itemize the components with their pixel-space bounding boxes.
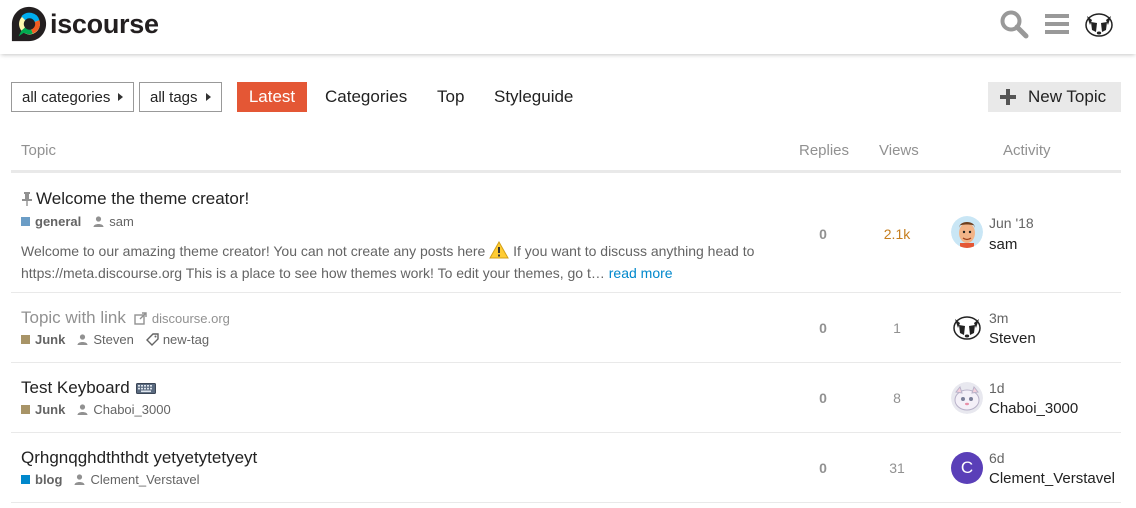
header-topic[interactable]: Topic — [21, 142, 56, 159]
topic-title-text: Topic with link — [21, 308, 126, 327]
link-domain: discourse.org — [151, 310, 230, 326]
category-badge[interactable]: blog — [35, 472, 62, 487]
header-replies[interactable]: Replies — [799, 142, 849, 159]
topic-title-text: Test Keyboard — [21, 378, 130, 397]
topic-poster[interactable]: Clement_Verstavel — [90, 472, 199, 487]
topic-row: Test Keyboard Junk Chaboi_3000 0 8 1d Ch… — [11, 363, 1121, 433]
hamburger-menu-icon[interactable] — [1042, 9, 1072, 39]
activity-time[interactable]: 1d — [989, 380, 1005, 396]
topic-meta: blog Clement_Verstavel — [21, 472, 200, 487]
replies-count[interactable]: 0 — [793, 320, 853, 336]
views-count: 2.1k — [883, 226, 911, 242]
topic-poster[interactable]: Chaboi_3000 — [93, 402, 170, 417]
topic-meta: general sam — [21, 214, 134, 229]
topic-title[interactable]: Topic with link discourse.org — [21, 308, 230, 328]
topic-excerpt[interactable]: Welcome to our amazing theme creator! Yo… — [21, 240, 771, 284]
topic-title[interactable]: Qrhgnqghdththdt yetyetytetyeyt — [21, 448, 257, 468]
discourse-logo[interactable]: iscourse — [10, 4, 159, 44]
topic-poster[interactable]: sam — [109, 214, 134, 229]
topic-row: Welcome the theme creator! general sam W… — [11, 176, 1121, 293]
caret-right-icon — [206, 93, 211, 101]
activity-user[interactable]: Steven — [989, 330, 1036, 347]
external-link-icon — [134, 311, 147, 325]
discourse-logo-icon — [11, 6, 47, 42]
tags-dropdown-label: all tags — [150, 88, 198, 106]
views-count: 1 — [893, 320, 901, 336]
topic-title[interactable]: Test Keyboard — [21, 378, 156, 398]
avatar[interactable] — [951, 311, 983, 343]
replies-count[interactable]: 0 — [793, 226, 853, 242]
views-count: 31 — [889, 460, 905, 476]
user-avatar[interactable] — [1083, 8, 1115, 40]
category-badge[interactable]: Junk — [35, 332, 65, 347]
category-color-square — [21, 335, 30, 344]
avatar[interactable] — [951, 216, 983, 248]
activity-user[interactable]: Clement_Verstavel — [989, 470, 1115, 487]
topic-poster[interactable]: Steven — [93, 332, 133, 347]
category-badge[interactable]: general — [35, 214, 81, 229]
topic-tag[interactable]: new-tag — [163, 332, 209, 347]
tab-latest[interactable]: Latest — [237, 82, 307, 112]
keyboard-emoji-icon — [135, 383, 156, 394]
replies-count[interactable]: 0 — [793, 390, 853, 406]
activity-time[interactable]: 3m — [989, 310, 1008, 326]
topic-meta: Junk Chaboi_3000 — [21, 402, 171, 417]
activity-user[interactable]: Chaboi_3000 — [989, 400, 1078, 417]
tab-styleguide[interactable]: Styleguide — [494, 82, 573, 112]
replies-count[interactable]: 0 — [793, 460, 853, 476]
topic-title[interactable]: Welcome the theme creator! — [21, 189, 249, 209]
search-icon[interactable] — [999, 9, 1029, 39]
avatar[interactable] — [951, 382, 983, 414]
excerpt-text: Welcome to our amazing theme creator! Yo… — [21, 243, 490, 259]
user-icon — [77, 404, 88, 415]
header-views[interactable]: Views — [879, 142, 919, 159]
topic-row: Topic with link discourse.org Junk Steve… — [11, 293, 1121, 363]
pin-icon — [22, 192, 32, 206]
external-link[interactable]: discourse.org — [130, 311, 230, 326]
header-activity[interactable]: Activity — [1003, 142, 1051, 159]
topic-title-text: Welcome the theme creator! — [36, 189, 250, 208]
avatar-letter: C — [960, 458, 974, 477]
user-icon — [77, 334, 88, 345]
new-topic-button[interactable]: New Topic — [988, 82, 1121, 112]
topic-row: Qrhgnqghdththdt yetyetytetyeyt blog Clem… — [11, 433, 1121, 503]
topic-list-header: Topic Replies Views Activity — [11, 133, 1121, 173]
avatar[interactable]: C — [951, 452, 983, 484]
categories-dropdown[interactable]: all categories — [11, 82, 134, 112]
topic-meta: Junk Steven new-tag — [21, 332, 209, 347]
plus-icon — [1000, 89, 1016, 105]
read-more-link[interactable]: read more — [609, 265, 673, 281]
new-topic-label: New Topic — [1028, 87, 1107, 106]
topic-title-text: Qrhgnqghdththdt yetyetytetyeyt — [21, 448, 258, 467]
user-icon — [74, 474, 85, 485]
views-count: 8 — [893, 390, 901, 406]
logo-text: iscourse — [50, 8, 159, 39]
tag-icon — [145, 333, 159, 346]
activity-user[interactable]: sam — [989, 236, 1017, 253]
warning-emoji-icon — [489, 241, 510, 259]
activity-time[interactable]: 6d — [989, 450, 1005, 466]
activity-time[interactable]: Jun '18 — [989, 215, 1034, 231]
tags-dropdown[interactable]: all tags — [139, 82, 222, 112]
category-color-square — [21, 405, 30, 414]
tab-categories[interactable]: Categories — [325, 82, 407, 112]
caret-right-icon — [118, 93, 123, 101]
category-color-square — [21, 217, 30, 226]
category-badge[interactable]: Junk — [35, 402, 65, 417]
category-color-square — [21, 475, 30, 484]
user-icon — [93, 216, 104, 227]
tab-top[interactable]: Top — [437, 82, 464, 112]
categories-dropdown-label: all categories — [22, 88, 111, 106]
site-header: iscourse — [0, 0, 1136, 54]
